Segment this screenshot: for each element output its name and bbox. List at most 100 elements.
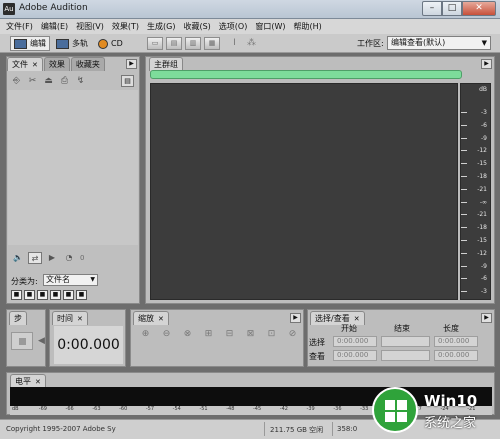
- filter-cd-icon[interactable]: ■: [76, 290, 87, 300]
- filter-midi-icon[interactable]: ■: [50, 290, 61, 300]
- close-icon[interactable]: ✕: [354, 315, 360, 323]
- tab-levels[interactable]: 电平 ✕: [10, 374, 46, 388]
- zoom-right-edge-icon[interactable]: ⊠: [244, 328, 257, 340]
- menu-options[interactable]: 选项(O): [219, 19, 248, 34]
- zoom-in-vertical-icon[interactable]: ⊡: [265, 328, 278, 340]
- tab-effects[interactable]: 效果: [43, 57, 70, 71]
- menu-window[interactable]: 窗口(W): [255, 19, 285, 34]
- menu-edit[interactable]: 编辑(E): [41, 19, 68, 34]
- status-time: 358:0: [337, 425, 358, 433]
- window-controls: – □ ✕: [422, 1, 496, 16]
- menu-help[interactable]: 帮助(H): [293, 19, 321, 34]
- view-length-field[interactable]: 0:00.000: [434, 350, 478, 361]
- cd-icon: [98, 38, 108, 49]
- menu-generate[interactable]: 生成(G): [147, 19, 175, 34]
- import-icon[interactable]: ⏏: [42, 75, 55, 87]
- sort-value: 文件名: [46, 275, 70, 284]
- phase-display-icon[interactable]: ▦: [204, 37, 220, 50]
- db-tick-mark: [461, 188, 467, 190]
- tab-favorites[interactable]: 收藏夹: [70, 57, 105, 71]
- close-icon[interactable]: ✕: [35, 378, 41, 386]
- workspace-value: 编辑查看(默认): [391, 38, 446, 47]
- tab-transport[interactable]: 步: [9, 311, 27, 325]
- minimize-button[interactable]: –: [422, 1, 442, 16]
- cd-view-button[interactable]: CD: [95, 36, 126, 51]
- volume-knob-icon[interactable]: ◔: [62, 252, 76, 264]
- tab-files[interactable]: 文件 ✕: [7, 57, 43, 71]
- db-tick-mark: [461, 201, 467, 203]
- row-selection-label: 选择: [309, 338, 325, 347]
- waveform-icon: [14, 38, 27, 49]
- close-button[interactable]: ✕: [462, 1, 496, 16]
- menu-file[interactable]: 文件(F): [6, 19, 33, 34]
- pan-display-icon[interactable]: ▥: [185, 37, 201, 50]
- tab-main-group[interactable]: 主群组: [149, 57, 183, 71]
- chevron-right-icon[interactable]: ◀: [38, 336, 45, 346]
- filter-audio-icon[interactable]: ■: [11, 290, 22, 300]
- panel-menu-icon[interactable]: ▶: [126, 59, 137, 69]
- overview-bar[interactable]: [150, 70, 462, 79]
- file-list[interactable]: [8, 90, 138, 245]
- play-icon[interactable]: ▶: [45, 252, 59, 264]
- selection-end-field[interactable]: [381, 336, 430, 347]
- view-start-field[interactable]: 0:00.000: [333, 350, 377, 361]
- watermark-logo: [372, 387, 418, 433]
- maximize-button[interactable]: □: [442, 1, 462, 16]
- multitrack-view-button[interactable]: 多轨: [53, 36, 91, 51]
- zoom-out-full-icon[interactable]: ⊗: [181, 328, 194, 340]
- view-end-field[interactable]: [381, 350, 430, 361]
- zoom-selection-icon[interactable]: ⊞: [202, 328, 215, 340]
- close-icon[interactable]: ✕: [77, 315, 83, 323]
- filter-loop-icon[interactable]: ■: [24, 290, 35, 300]
- waveform-display-icon[interactable]: ▭: [147, 37, 163, 50]
- panel-menu-icon[interactable]: ▶: [481, 313, 492, 323]
- selection-view-panel: 选择/查看 ✕ ▶ 开始 结束 长度 选择 查看 0:00.000 0:00.00…: [307, 309, 495, 367]
- spectral-display-icon[interactable]: ▤: [166, 37, 182, 50]
- level-scale-label: -51: [199, 406, 208, 412]
- show-options-icon[interactable]: ▤: [121, 75, 134, 87]
- panel-menu-icon[interactable]: ▶: [290, 313, 301, 323]
- loop-icon[interactable]: ⇄: [28, 252, 42, 264]
- window-title: Adobe Audition: [19, 3, 88, 13]
- close-icon[interactable]: ✕: [32, 61, 38, 69]
- db-tick-mark: [461, 124, 467, 126]
- menu-view[interactable]: 视图(V): [76, 19, 104, 34]
- db-tick-mark: [461, 252, 467, 254]
- tab-time[interactable]: 时间 ✕: [52, 311, 88, 325]
- panel-menu-icon[interactable]: ▶: [481, 59, 492, 69]
- waveform-display[interactable]: [150, 83, 458, 300]
- edit-view-button[interactable]: 编辑: [10, 36, 50, 51]
- open-file-icon[interactable]: ⎆: [10, 75, 23, 87]
- time-display: 0:00.000: [54, 326, 123, 364]
- zoom-in-horizontal-icon[interactable]: ⊕: [139, 328, 152, 340]
- insert-icon[interactable]: ⎙: [58, 75, 71, 87]
- time-selection-tool-icon[interactable]: I: [228, 37, 241, 50]
- zoom-out-vertical-icon[interactable]: ⊘: [286, 328, 299, 340]
- close-file-icon[interactable]: ✂: [26, 75, 39, 87]
- filter-video-icon[interactable]: ■: [37, 290, 48, 300]
- close-icon[interactable]: ✕: [158, 315, 164, 323]
- stop-button[interactable]: [11, 332, 33, 350]
- status-copyright: Copyright 1995-2007 Adobe Sy: [6, 425, 116, 433]
- zoom-left-edge-icon[interactable]: ⊟: [223, 328, 236, 340]
- tab-zoom[interactable]: 缩放 ✕: [133, 311, 169, 325]
- level-scale-label: dB: [12, 406, 19, 412]
- sort-select[interactable]: 文件名 ▼: [43, 274, 98, 286]
- workspace-select[interactable]: 编辑查看(默认) ▼: [387, 36, 491, 50]
- db-tick-label: -6: [481, 275, 487, 283]
- menu-favorites[interactable]: 收藏(S): [183, 19, 210, 34]
- menu-bar: 文件(F) 编辑(E) 视图(V) 效果(T) 生成(G) 收藏(S) 选项(O…: [0, 19, 500, 34]
- menu-effects[interactable]: 效果(T): [112, 19, 139, 34]
- zoom-out-horizontal-icon[interactable]: ⊖: [160, 328, 173, 340]
- tab-transport-label: 步: [14, 314, 22, 323]
- edit-file-icon[interactable]: ↯: [74, 75, 87, 87]
- speaker-icon[interactable]: 🔈: [11, 252, 25, 264]
- watermark-text-primary: Win10: [424, 392, 478, 410]
- selection-length-field[interactable]: 0:00.000: [434, 336, 478, 347]
- filter-session-icon[interactable]: ■: [63, 290, 74, 300]
- marquee-tool-icon[interactable]: ⁂: [245, 37, 258, 50]
- db-tick-label: -18: [477, 173, 487, 180]
- multitrack-icon: [56, 38, 69, 49]
- tab-effects-label: 效果: [48, 60, 65, 69]
- selection-start-field[interactable]: 0:00.000: [333, 336, 377, 347]
